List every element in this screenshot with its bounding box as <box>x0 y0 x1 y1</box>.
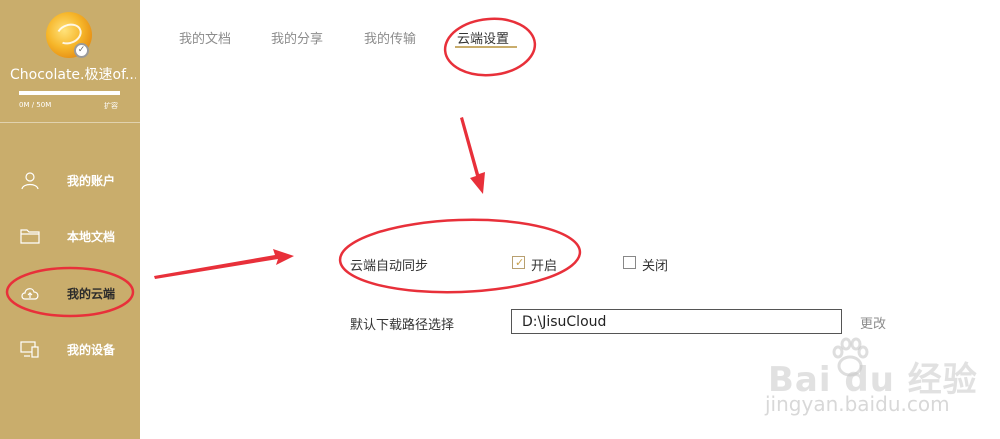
download-path-label: 默认下载路径选择 <box>350 318 455 333</box>
user-icon <box>21 172 39 190</box>
storage-progress-bar <box>19 91 120 95</box>
sidebar-item-devices[interactable]: 我的设备 <box>0 329 140 369</box>
sync-on-label[interactable]: 开启 <box>531 255 557 274</box>
storage-progress-fill <box>19 91 120 95</box>
username: Chocolate.极速of... <box>10 67 136 83</box>
sidebar-item-label: 本地文档 <box>67 230 116 244</box>
sidebar-item-label: 我的云端 <box>67 287 116 301</box>
sidebar-item-label: 我的账户 <box>67 174 116 188</box>
tab-my-shares[interactable]: 我的分享 <box>271 28 323 47</box>
active-tab-indicator <box>455 46 517 48</box>
tab-my-documents[interactable]: 我的文档 <box>179 28 231 47</box>
annotation-arrow-down <box>460 117 485 194</box>
device-icon <box>20 341 39 358</box>
checkmark-icon: ✓ <box>515 256 525 269</box>
sidebar-item-label: 我的设备 <box>67 343 116 357</box>
sync-off-label[interactable]: 关闭 <box>642 255 668 274</box>
tab-my-transfers[interactable]: 我的传输 <box>364 28 416 47</box>
sync-on-checkbox[interactable]: ✓ <box>512 256 525 269</box>
change-path-button[interactable]: 更改 <box>860 313 886 332</box>
tab-cloud-settings[interactable]: 云端设置 <box>457 28 509 47</box>
cloud-upload-icon <box>21 288 39 300</box>
sidebar-item-local-docs[interactable]: 本地文档 <box>0 216 140 256</box>
watermark-url-text: jingyan.baidu.com <box>765 392 950 416</box>
storage-usage-text: 0M / 50M <box>19 101 52 109</box>
sidebar-item-account[interactable]: 我的账户 <box>0 160 140 200</box>
download-path-input[interactable] <box>511 309 842 334</box>
sidebar-item-cloud[interactable]: 我的云端 <box>0 273 140 313</box>
sidebar: ✓ Chocolate.极速of... 0M / 50M 扩容 我的账户 本地文… <box>0 0 140 439</box>
sidebar-divider <box>0 122 140 123</box>
annotation-arrow-right <box>154 249 294 279</box>
verified-badge-icon: ✓ <box>74 43 89 58</box>
sync-off-checkbox[interactable] <box>623 256 636 269</box>
expand-storage-link[interactable]: 扩容 <box>104 101 118 111</box>
folder-icon <box>20 229 40 244</box>
cloud-sync-label: 云端自动同步 <box>350 259 429 274</box>
